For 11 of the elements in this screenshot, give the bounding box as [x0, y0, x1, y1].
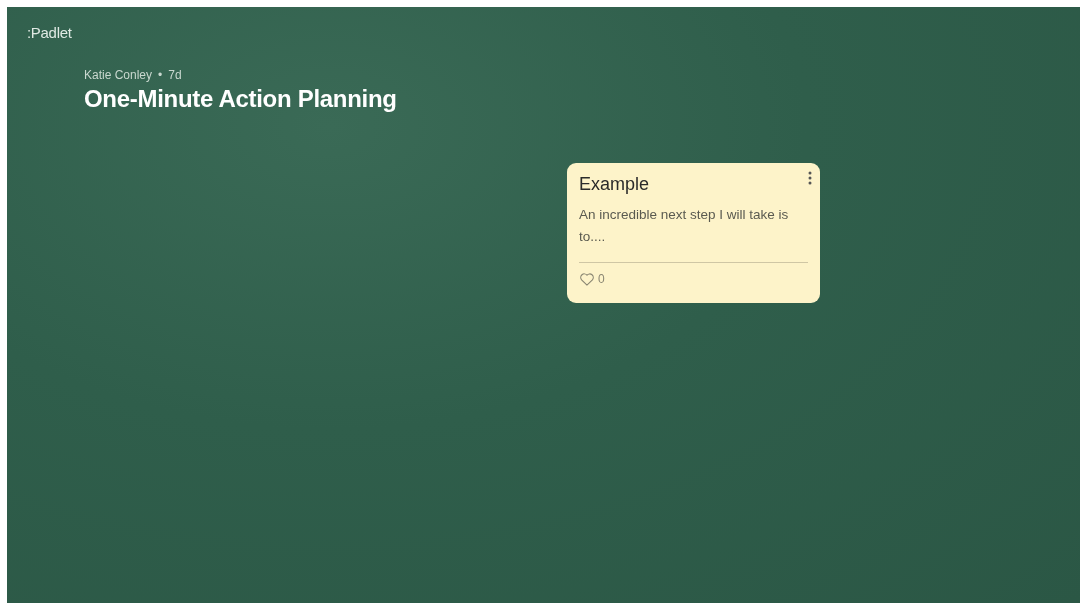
author-name: Katie Conley — [84, 68, 153, 82]
post-body: An incredible next step I will take is to.... — [579, 206, 790, 246]
post-age: 7d — [168, 68, 182, 82]
post-title: Example — [579, 174, 651, 195]
logo[interactable]: :Padlet — [27, 24, 72, 41]
like-count: 0 — [598, 272, 605, 286]
heart-icon[interactable] — [579, 272, 595, 286]
separator-dot: • — [158, 68, 163, 82]
post-card[interactable]: Example An incredible next step I will take is to.... 0 — [567, 163, 820, 303]
board-title: One-Minute Action Planning — [84, 85, 397, 113]
more-icon[interactable] — [808, 171, 812, 185]
